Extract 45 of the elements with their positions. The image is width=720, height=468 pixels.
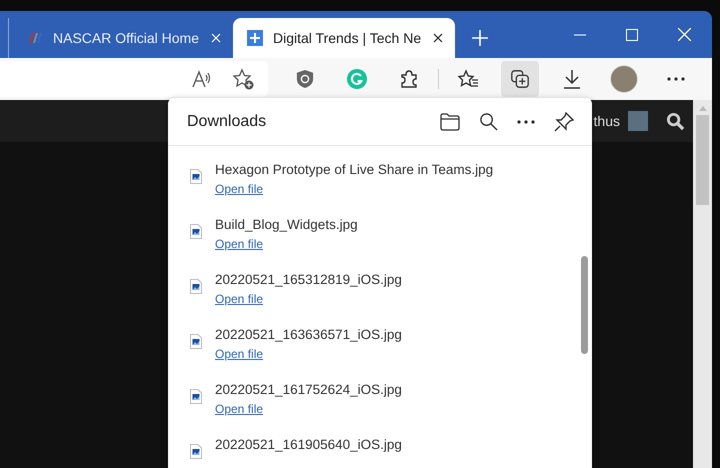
search-icon[interactable] xyxy=(666,112,685,130)
download-icon xyxy=(562,69,582,89)
file-name: 20220521_161905640_iOS.jpg xyxy=(215,436,402,454)
more-icon xyxy=(667,77,685,81)
scrollbar-thumb[interactable] xyxy=(696,115,709,205)
shield-icon xyxy=(296,69,314,89)
file-name: 20220521_163636571_iOS.jpg xyxy=(215,326,402,344)
maximize-icon[interactable] xyxy=(626,28,638,40)
panel-title: Downloads xyxy=(187,112,266,130)
open-file-link[interactable]: Open file xyxy=(215,181,264,197)
pin-icon[interactable] xyxy=(554,112,574,132)
avatar-icon xyxy=(610,65,638,93)
scrollbar-thumb[interactable] xyxy=(581,256,588,354)
puzzle-icon xyxy=(399,69,419,89)
image-file-icon xyxy=(190,169,202,184)
open-file-link[interactable]: Open file xyxy=(215,346,264,362)
open-file-link[interactable]: Open file xyxy=(215,236,264,252)
more-icon[interactable] xyxy=(517,120,535,124)
open-file-link[interactable]: Open file xyxy=(215,291,264,307)
file-name: Build_Blog_Widgets.jpg xyxy=(215,216,358,234)
image-file-icon xyxy=(190,224,202,239)
close-icon[interactable] xyxy=(433,33,443,43)
g-circle-icon xyxy=(347,69,367,89)
collections-icon xyxy=(510,69,530,89)
folder-icon[interactable] xyxy=(440,112,460,130)
search-icon[interactable] xyxy=(479,112,498,131)
user-name[interactable]: thus xyxy=(594,113,620,129)
collections-button[interactable] xyxy=(501,61,539,97)
browser-tab[interactable]: Digital Trends | Tech Ne xyxy=(233,18,455,58)
tab-title: NASCAR Official Home xyxy=(53,30,200,46)
read-aloud-icon[interactable] xyxy=(192,70,212,88)
image-file-icon xyxy=(190,389,202,404)
plus-icon[interactable] xyxy=(471,29,489,47)
file-name: 20220521_161752624_iOS.jpg xyxy=(215,381,402,399)
plus-square-icon xyxy=(247,30,263,46)
image-file-icon xyxy=(190,279,202,294)
tab-title: Digital Trends | Tech Ne xyxy=(273,30,422,46)
open-file-link[interactable]: Open file xyxy=(215,401,264,417)
star-add-icon[interactable] xyxy=(232,68,254,90)
scrollbar[interactable] xyxy=(693,100,712,468)
file-name: Hexagon Prototype of Live Share in Teams.jpg xyxy=(215,161,494,179)
file-name: 20220521_165312819_iOS.jpg xyxy=(215,271,402,289)
favorites-icon xyxy=(457,69,479,89)
image-file-icon xyxy=(190,444,202,459)
image-file-icon xyxy=(190,334,202,349)
